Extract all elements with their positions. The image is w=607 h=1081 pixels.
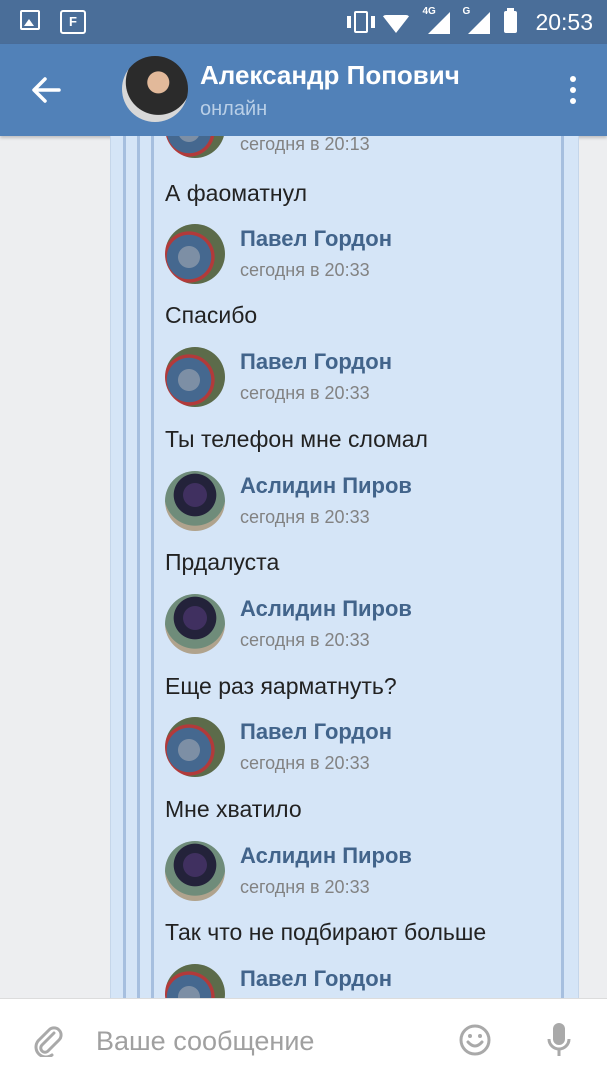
status-bar: F 4G G 20:53 <box>0 0 607 44</box>
more-vertical-icon[interactable] <box>569 76 577 106</box>
message-time: сегодня в 20:33 <box>240 753 370 773</box>
avatar[interactable] <box>165 224 225 284</box>
message-composer <box>0 998 607 1081</box>
message-time: сегодня в 20:33 <box>240 630 370 650</box>
battery-icon <box>504 8 518 33</box>
message-text: Еще раз яарматнуть? <box>165 673 397 699</box>
message-time: сегодня в 20:13 <box>240 136 370 154</box>
sender-name[interactable]: Аслидин Пиров <box>240 843 412 869</box>
sender-name[interactable]: Павел Гордон <box>240 226 392 252</box>
status-time: 20:53 <box>535 8 593 35</box>
message-input[interactable] <box>96 1021 436 1061</box>
f-icon: F <box>60 10 86 34</box>
microphone-icon <box>547 1023 571 1056</box>
message-text: Прдалуста <box>165 549 280 575</box>
chat-title[interactable]: Александр Попович <box>200 60 460 91</box>
sender-name[interactable]: Аслидин Пиров <box>240 596 412 622</box>
signal-icon-2: G <box>462 6 491 34</box>
avatar[interactable] <box>165 841 225 901</box>
message-time: сегодня в 20:33 <box>240 507 370 527</box>
wifi-icon <box>382 15 411 33</box>
message-text: Мне хватило <box>165 796 302 822</box>
smile-icon <box>459 1024 491 1056</box>
avatar[interactable] <box>165 471 225 531</box>
microphone-button[interactable] <box>546 1021 572 1059</box>
sender-name[interactable]: Павел Гордон <box>240 966 392 992</box>
message-text: А фаоматнул <box>165 180 307 206</box>
back-button[interactable] <box>28 72 64 108</box>
emoji-button[interactable] <box>458 1023 491 1056</box>
paperclip-icon <box>34 1026 63 1059</box>
message-text: Спасибо <box>165 302 258 328</box>
attach-button[interactable] <box>30 1023 64 1059</box>
online-status: онлайн <box>200 98 268 120</box>
gallery-icon <box>20 10 40 30</box>
message-text: Так что не подбирают больше <box>165 919 487 945</box>
chat-header: Александр Попович онлайн <box>0 44 607 136</box>
message-time: сегодня в 20:33 <box>240 383 370 403</box>
avatar[interactable] <box>165 717 225 777</box>
message-text: Ты телефон мне сломал <box>165 426 428 452</box>
sender-name[interactable]: Аслидин Пиров <box>240 473 412 499</box>
avatar[interactable] <box>165 594 225 654</box>
avatar[interactable] <box>165 347 225 407</box>
message-time: сегодня в 20:33 <box>240 260 370 280</box>
back-arrow-icon <box>32 77 61 103</box>
sender-name[interactable]: Павел Гордон <box>240 719 392 745</box>
avatar[interactable] <box>122 56 188 122</box>
message-time: сегодня в 20:33 <box>240 877 370 897</box>
sender-name[interactable]: Павел Гордон <box>240 349 392 375</box>
message-list[interactable]: сегодня в 20:13 А фаоматнул Павел Гордон… <box>0 136 607 998</box>
signal-icon: 4G <box>422 6 451 34</box>
vibrate-icon <box>347 11 376 33</box>
